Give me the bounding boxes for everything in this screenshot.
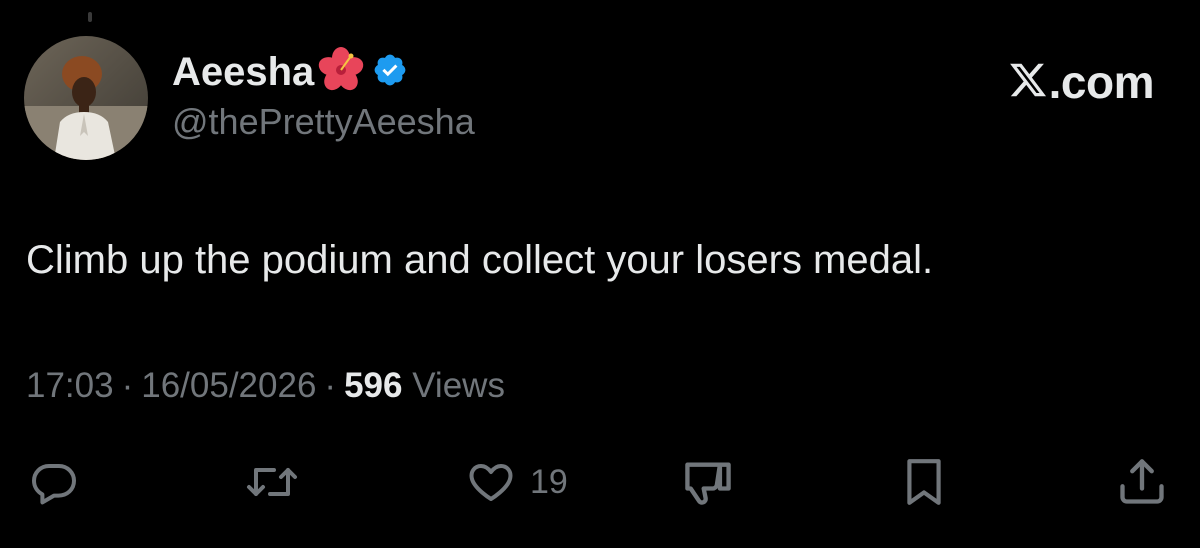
- brand-suffix: .com: [1048, 56, 1155, 108]
- hibiscus-icon: [316, 46, 366, 99]
- reply-button[interactable]: [30, 452, 78, 512]
- tweet-time[interactable]: 17:03: [26, 366, 114, 405]
- profile-photo: [24, 36, 148, 160]
- action-bar: 19: [0, 452, 1200, 512]
- avatar[interactable]: [24, 36, 148, 160]
- share-button[interactable]: [1116, 452, 1168, 512]
- views-label: Views: [412, 366, 505, 405]
- reply-icon: [32, 464, 76, 505]
- x-logo-icon: [1007, 60, 1049, 105]
- like-count: 19: [530, 462, 568, 501]
- like-button[interactable]: 19: [466, 452, 568, 512]
- author-display-name[interactable]: Aeesha: [172, 48, 314, 96]
- author-name-row[interactable]: Aeesha: [172, 46, 408, 99]
- heart-icon: [469, 464, 513, 501]
- views-count: 596: [344, 366, 403, 405]
- tweet-date[interactable]: 16/05/2026: [141, 366, 316, 405]
- top-edge-mark: [88, 12, 92, 22]
- thumbs-down-icon: [685, 462, 731, 505]
- meta-separator: ·: [121, 366, 134, 405]
- bookmark-icon: [907, 459, 941, 505]
- verified-badge-icon[interactable]: [372, 52, 408, 93]
- repost-icon: [247, 468, 297, 496]
- share-icon: [1120, 459, 1164, 504]
- tweet-text: Climb up the podium and collect your los…: [26, 238, 934, 282]
- meta-separator: ·: [324, 366, 337, 405]
- x-com-watermark: .com: [1007, 56, 1155, 108]
- author-handle[interactable]: @thePrettyAeesha: [172, 100, 475, 144]
- bookmark-button[interactable]: [902, 452, 946, 512]
- tweet-meta: 17:03 · 16/05/2026 · 596 Views: [26, 362, 505, 410]
- dislike-button[interactable]: [682, 452, 734, 512]
- repost-button[interactable]: [246, 452, 298, 512]
